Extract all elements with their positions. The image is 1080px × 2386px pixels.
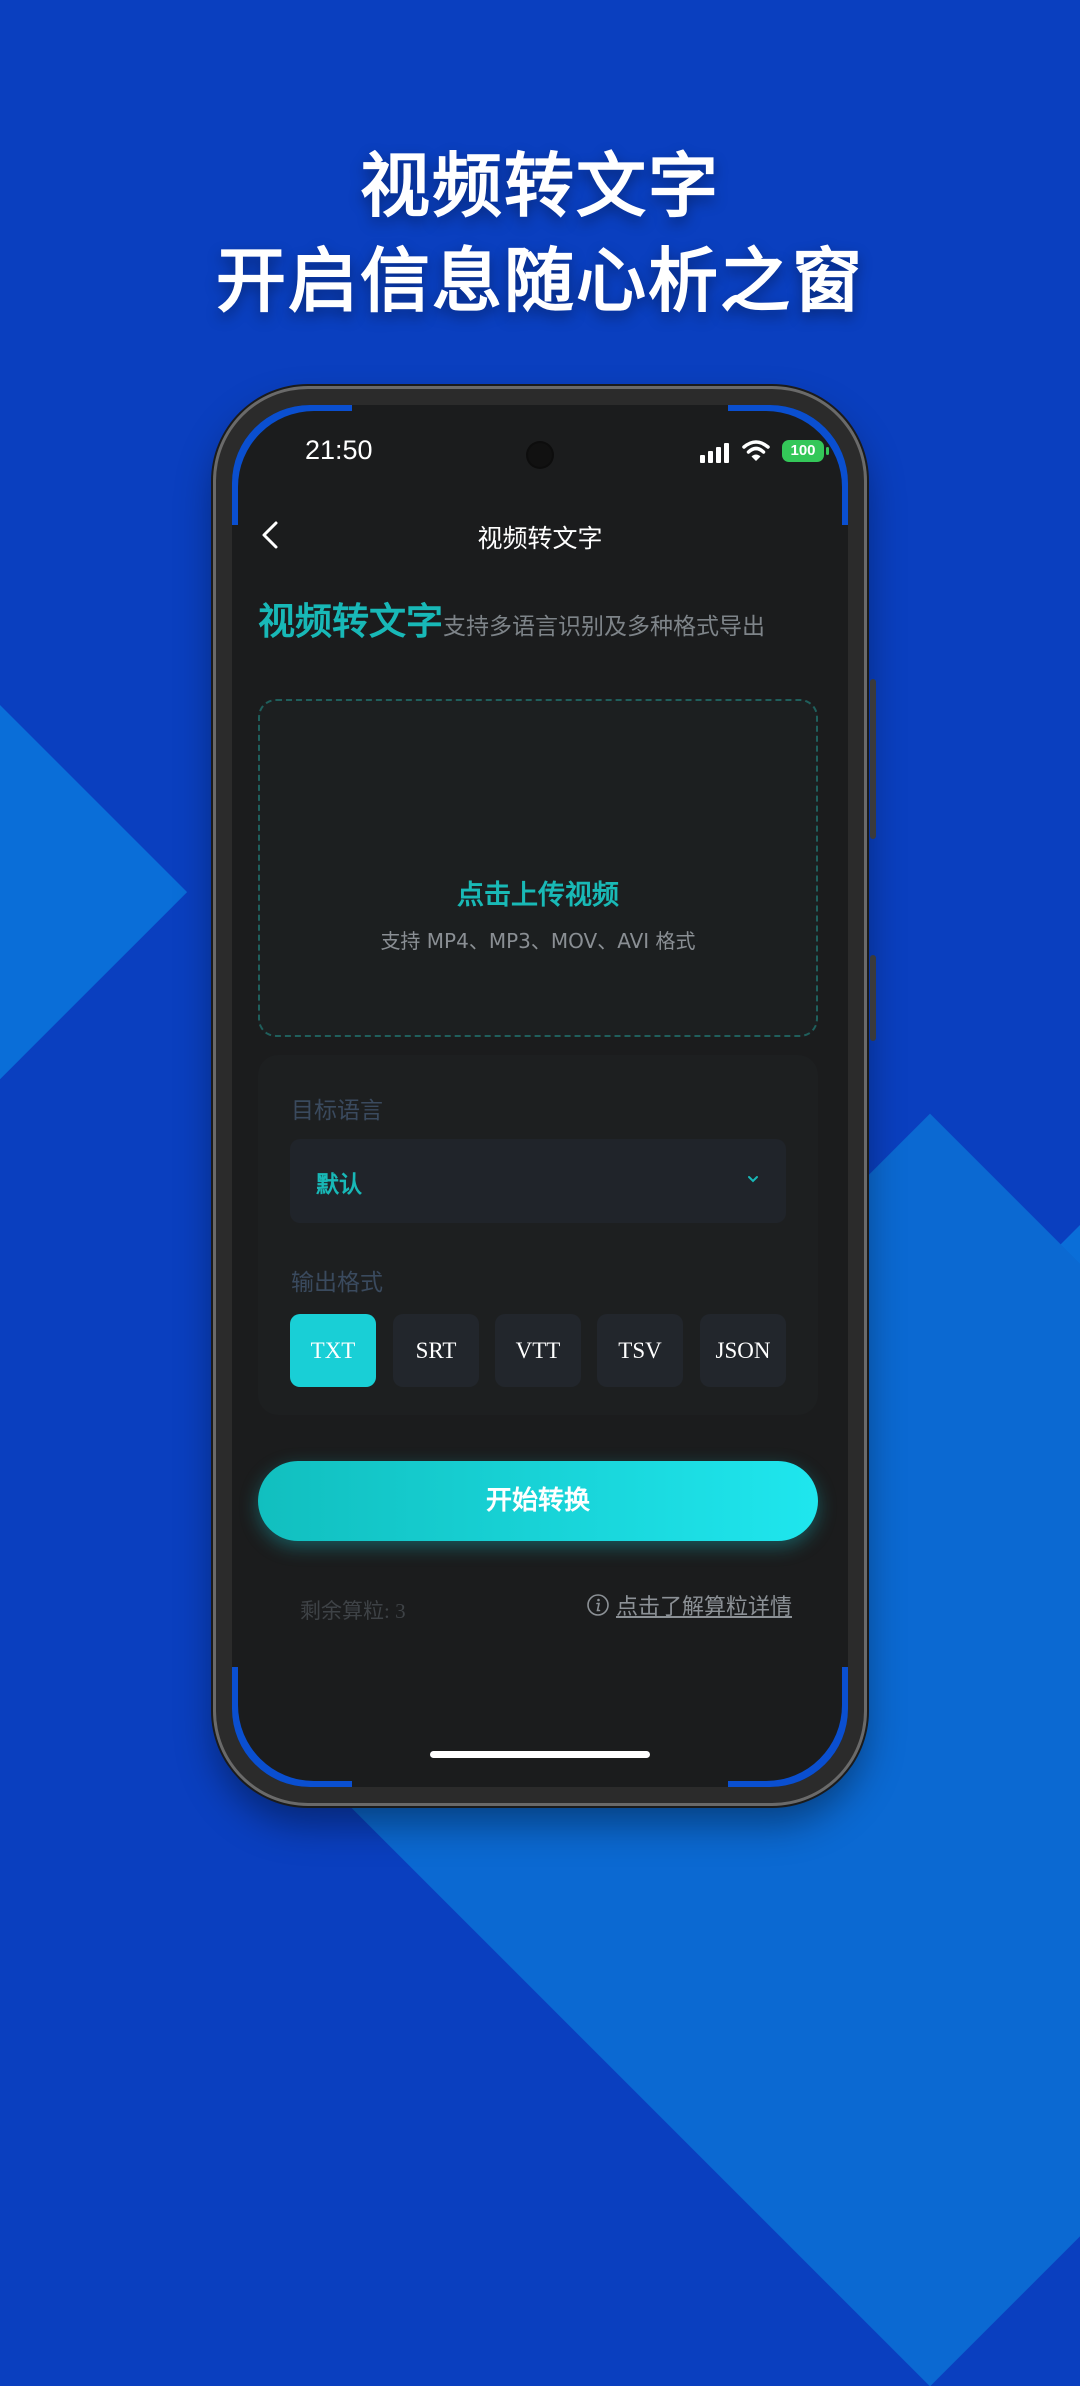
front-camera [528, 443, 552, 467]
status-time: 21:50 [305, 435, 373, 465]
hero-subtitle: 支持多语言识别及多种格式导出 [443, 614, 765, 640]
format-option-srt[interactable]: SRT [393, 1314, 479, 1387]
status-bar: 21:50 100 [232, 435, 848, 475]
remaining-credits: 剩余算粒: 3 [300, 1599, 406, 1623]
upload-title: 点击上传视频 [457, 880, 619, 911]
promo-headline-2: 开启信息随心析之窗 [216, 240, 864, 322]
language-label: 目标语言 [291, 1098, 383, 1124]
phone-side-button [870, 955, 876, 1041]
format-option-vtt[interactable]: VTT [495, 1314, 581, 1387]
settings-card: 目标语言 默认 输出格式 TXT SRT VTT TSV JSON [258, 1055, 818, 1415]
phone-side-button [870, 679, 876, 839]
format-option-txt[interactable]: TXT [290, 1314, 376, 1387]
upload-video-area[interactable]: 点击上传视频 支持 MP4、MP3、MOV、AVI 格式 [258, 699, 818, 1037]
phone-frame: 21:50 100 视频转文字 视频转文字支持多语言识别及多种格式导出 点击上传… [216, 389, 876, 1803]
signal-icon [700, 443, 729, 463]
battery-icon: 100 [782, 440, 829, 462]
promo-headline-1: 视频转文字 [360, 145, 720, 227]
format-option-json[interactable]: JSON [700, 1314, 786, 1387]
page-title: 视频转文字 [477, 524, 603, 553]
hero-title: 视频转文字 [258, 600, 443, 643]
language-select[interactable]: 默认 [290, 1139, 786, 1223]
phone-screen: 21:50 100 视频转文字 视频转文字支持多语言识别及多种格式导出 点击上传… [232, 405, 848, 1787]
wifi-icon [742, 440, 770, 461]
home-indicator[interactable] [430, 1751, 650, 1758]
background-shape [855, 955, 1080, 1945]
start-convert-button[interactable]: 开始转换 [258, 1461, 818, 1541]
language-select-value: 默认 [316, 1172, 362, 1198]
hero-header: 视频转文字支持多语言识别及多种格式导出 [258, 591, 765, 645]
learn-more-text: 点击了解算粒详情 [615, 1595, 792, 1620]
nav-bar: 视频转文字 [232, 505, 848, 565]
format-label: 输出格式 [291, 1270, 383, 1296]
chevron-down-icon [748, 1176, 758, 1183]
upload-formats-hint: 支持 MP4、MP3、MOV、AVI 格式 [380, 929, 696, 953]
learn-more-link[interactable]: 点击了解算粒详情 [586, 1589, 792, 1621]
format-option-tsv[interactable]: TSV [597, 1314, 683, 1387]
info-icon [587, 1594, 609, 1616]
background-shape [0, 185, 188, 1600]
